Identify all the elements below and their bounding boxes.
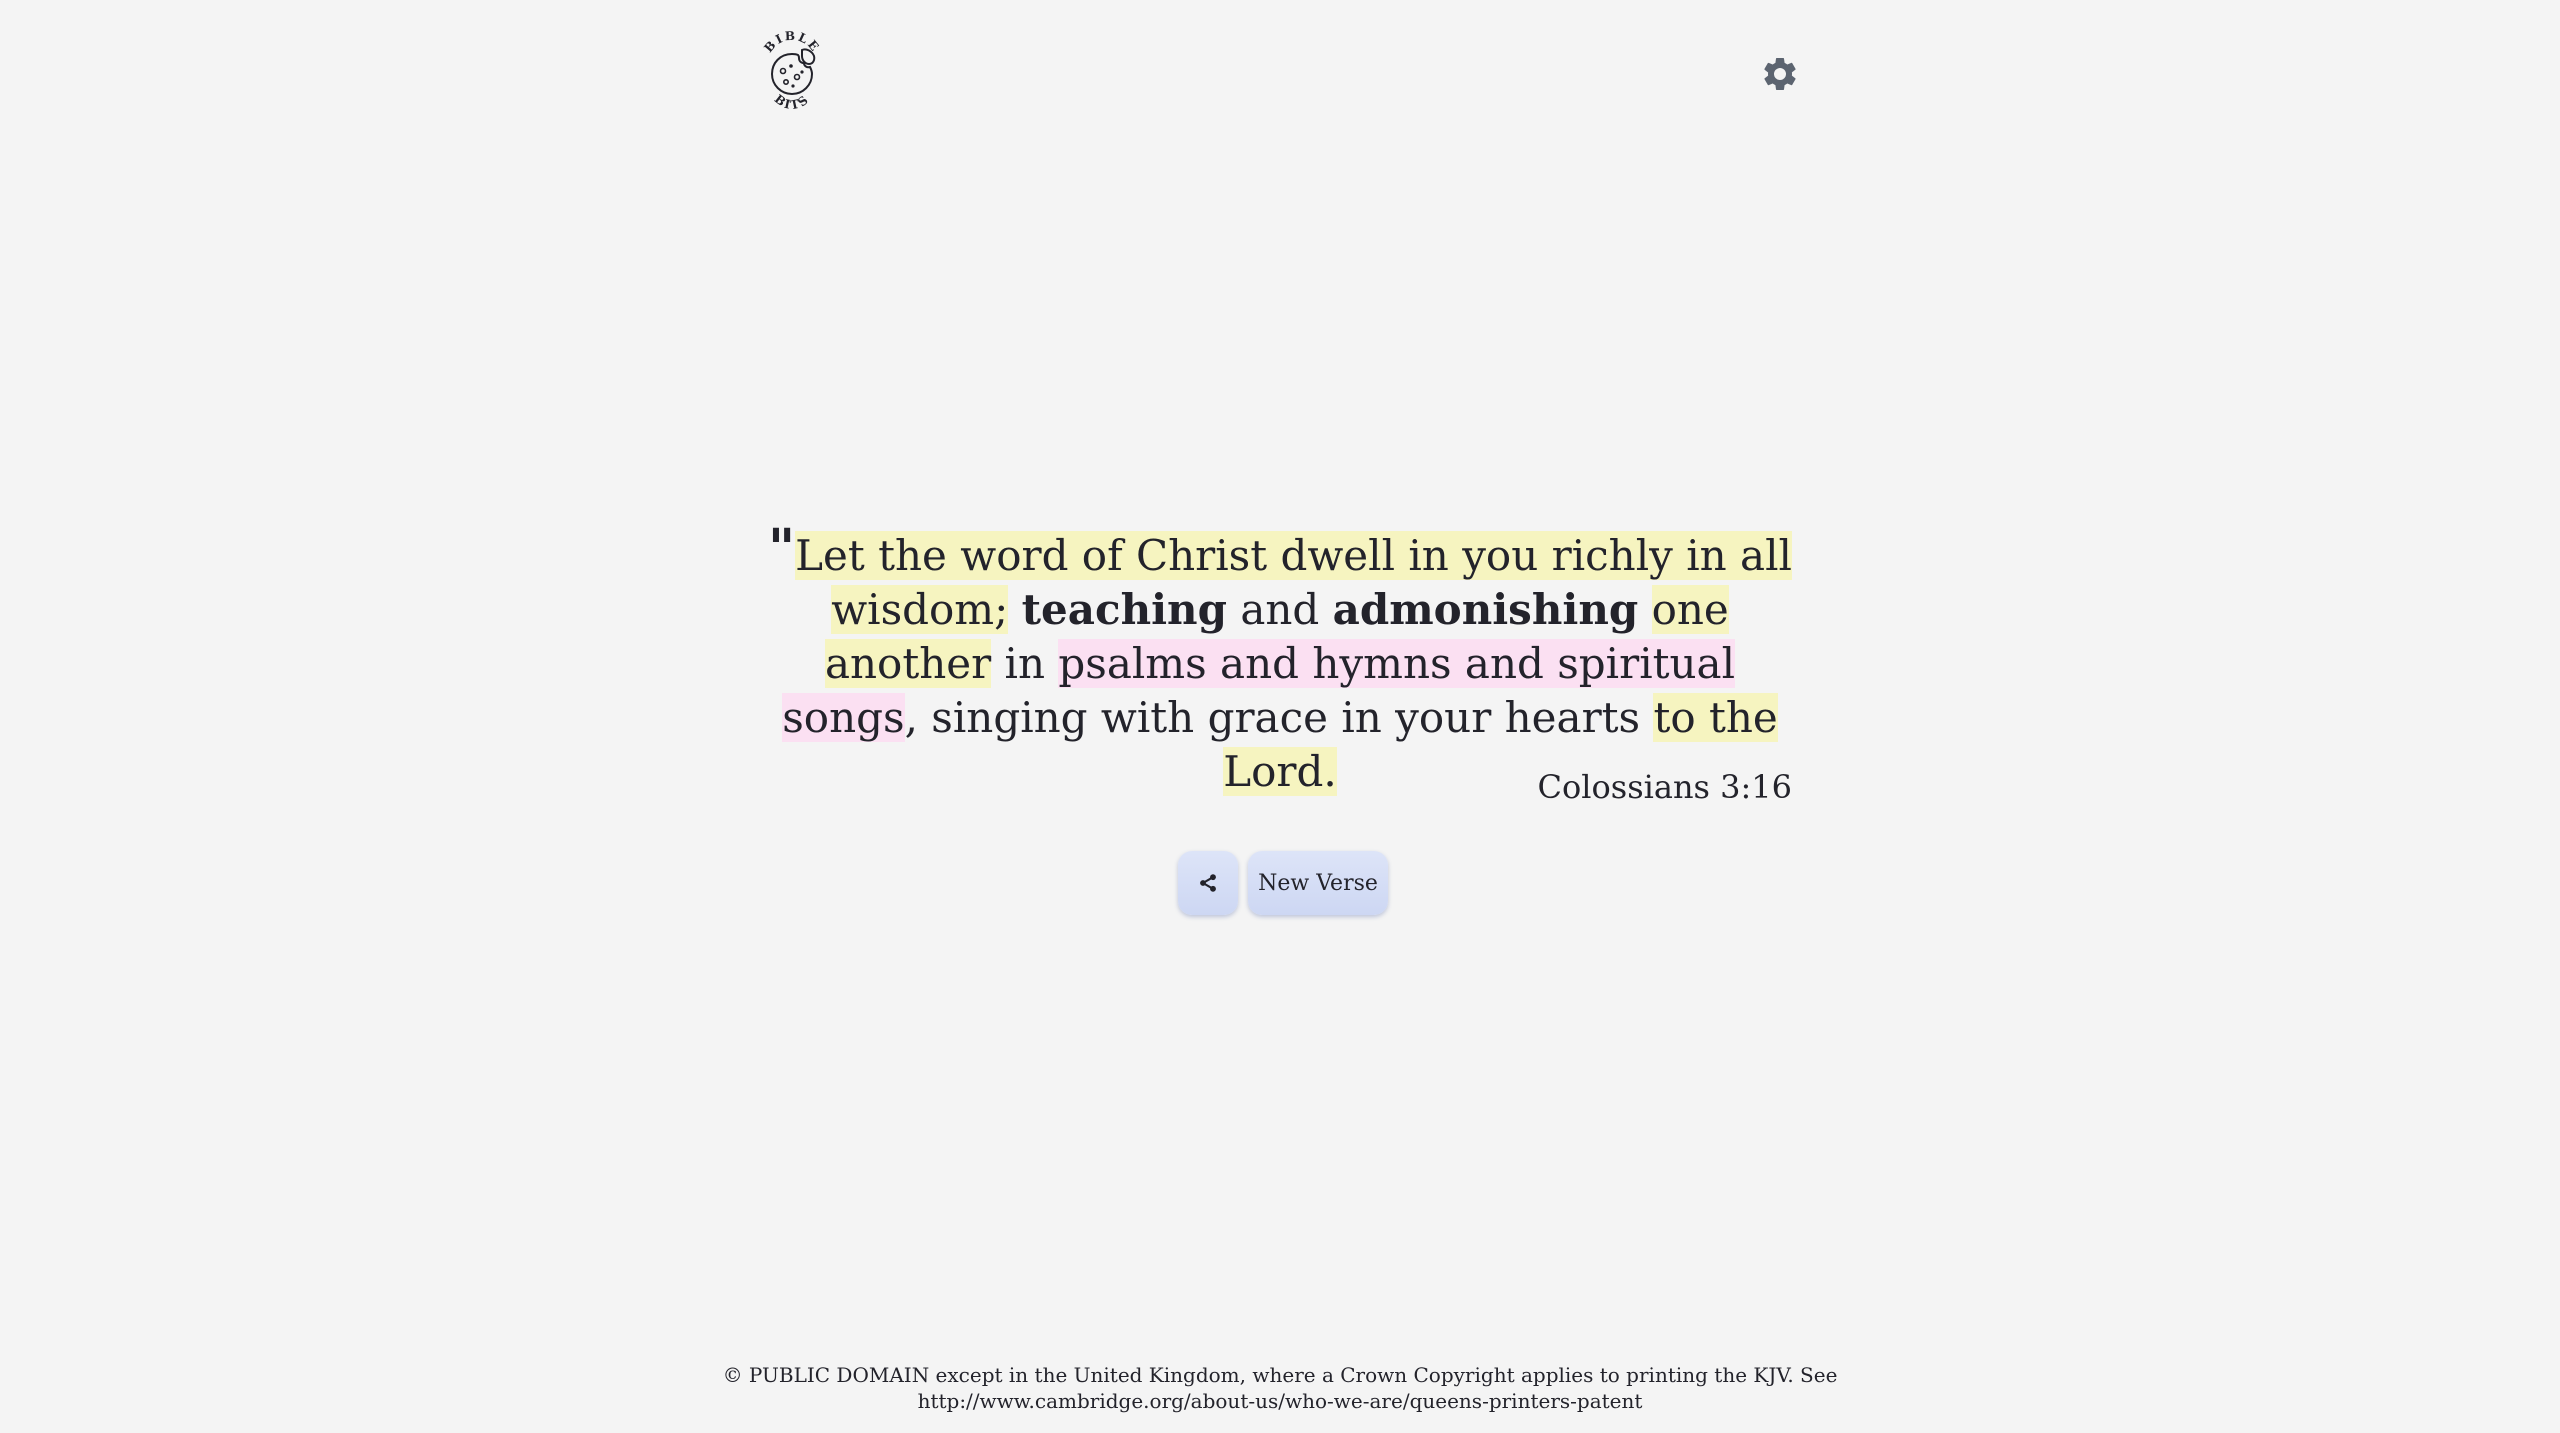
copyright-link[interactable]: http://www.cambridge.org/about-us/who-we… bbox=[0, 1388, 2560, 1414]
verse-segment bbox=[1638, 585, 1651, 634]
verse-segment: and bbox=[1226, 585, 1333, 634]
logo-top-text: BIBLE bbox=[761, 29, 820, 55]
copyright-line: © PUBLIC DOMAIN except in the United Kin… bbox=[722, 1363, 1838, 1387]
verse-reference: Colossians 3:16 bbox=[1537, 768, 1792, 806]
verse-text: "Let the word of Christ dwell in you ric… bbox=[760, 522, 1800, 799]
cookie-icon bbox=[770, 48, 816, 96]
bible-bits-logo[interactable]: BIBLE BITS bbox=[758, 24, 826, 116]
page: BIBLE BITS "Let the word of Christ dwell… bbox=[0, 0, 2560, 1433]
verse-actions: New Verse bbox=[0, 851, 2560, 915]
new-verse-button[interactable]: New Verse bbox=[1248, 851, 1388, 915]
verse-segment bbox=[1008, 585, 1021, 634]
svg-text:BIBLE: BIBLE bbox=[761, 29, 822, 55]
gear-icon[interactable] bbox=[1760, 54, 1800, 94]
copyright-footer: © PUBLIC DOMAIN except in the United Kin… bbox=[0, 1362, 2560, 1414]
share-icon bbox=[1200, 874, 1216, 892]
verse-segment: , singing with grace in your hearts bbox=[904, 693, 1654, 742]
verse-segment: in bbox=[991, 639, 1059, 688]
share-button[interactable] bbox=[1178, 851, 1238, 915]
quote-mark: " bbox=[768, 518, 796, 579]
verse-segment-bold: admonishing bbox=[1332, 585, 1639, 634]
verse-segment-bold: teaching bbox=[1021, 585, 1227, 634]
